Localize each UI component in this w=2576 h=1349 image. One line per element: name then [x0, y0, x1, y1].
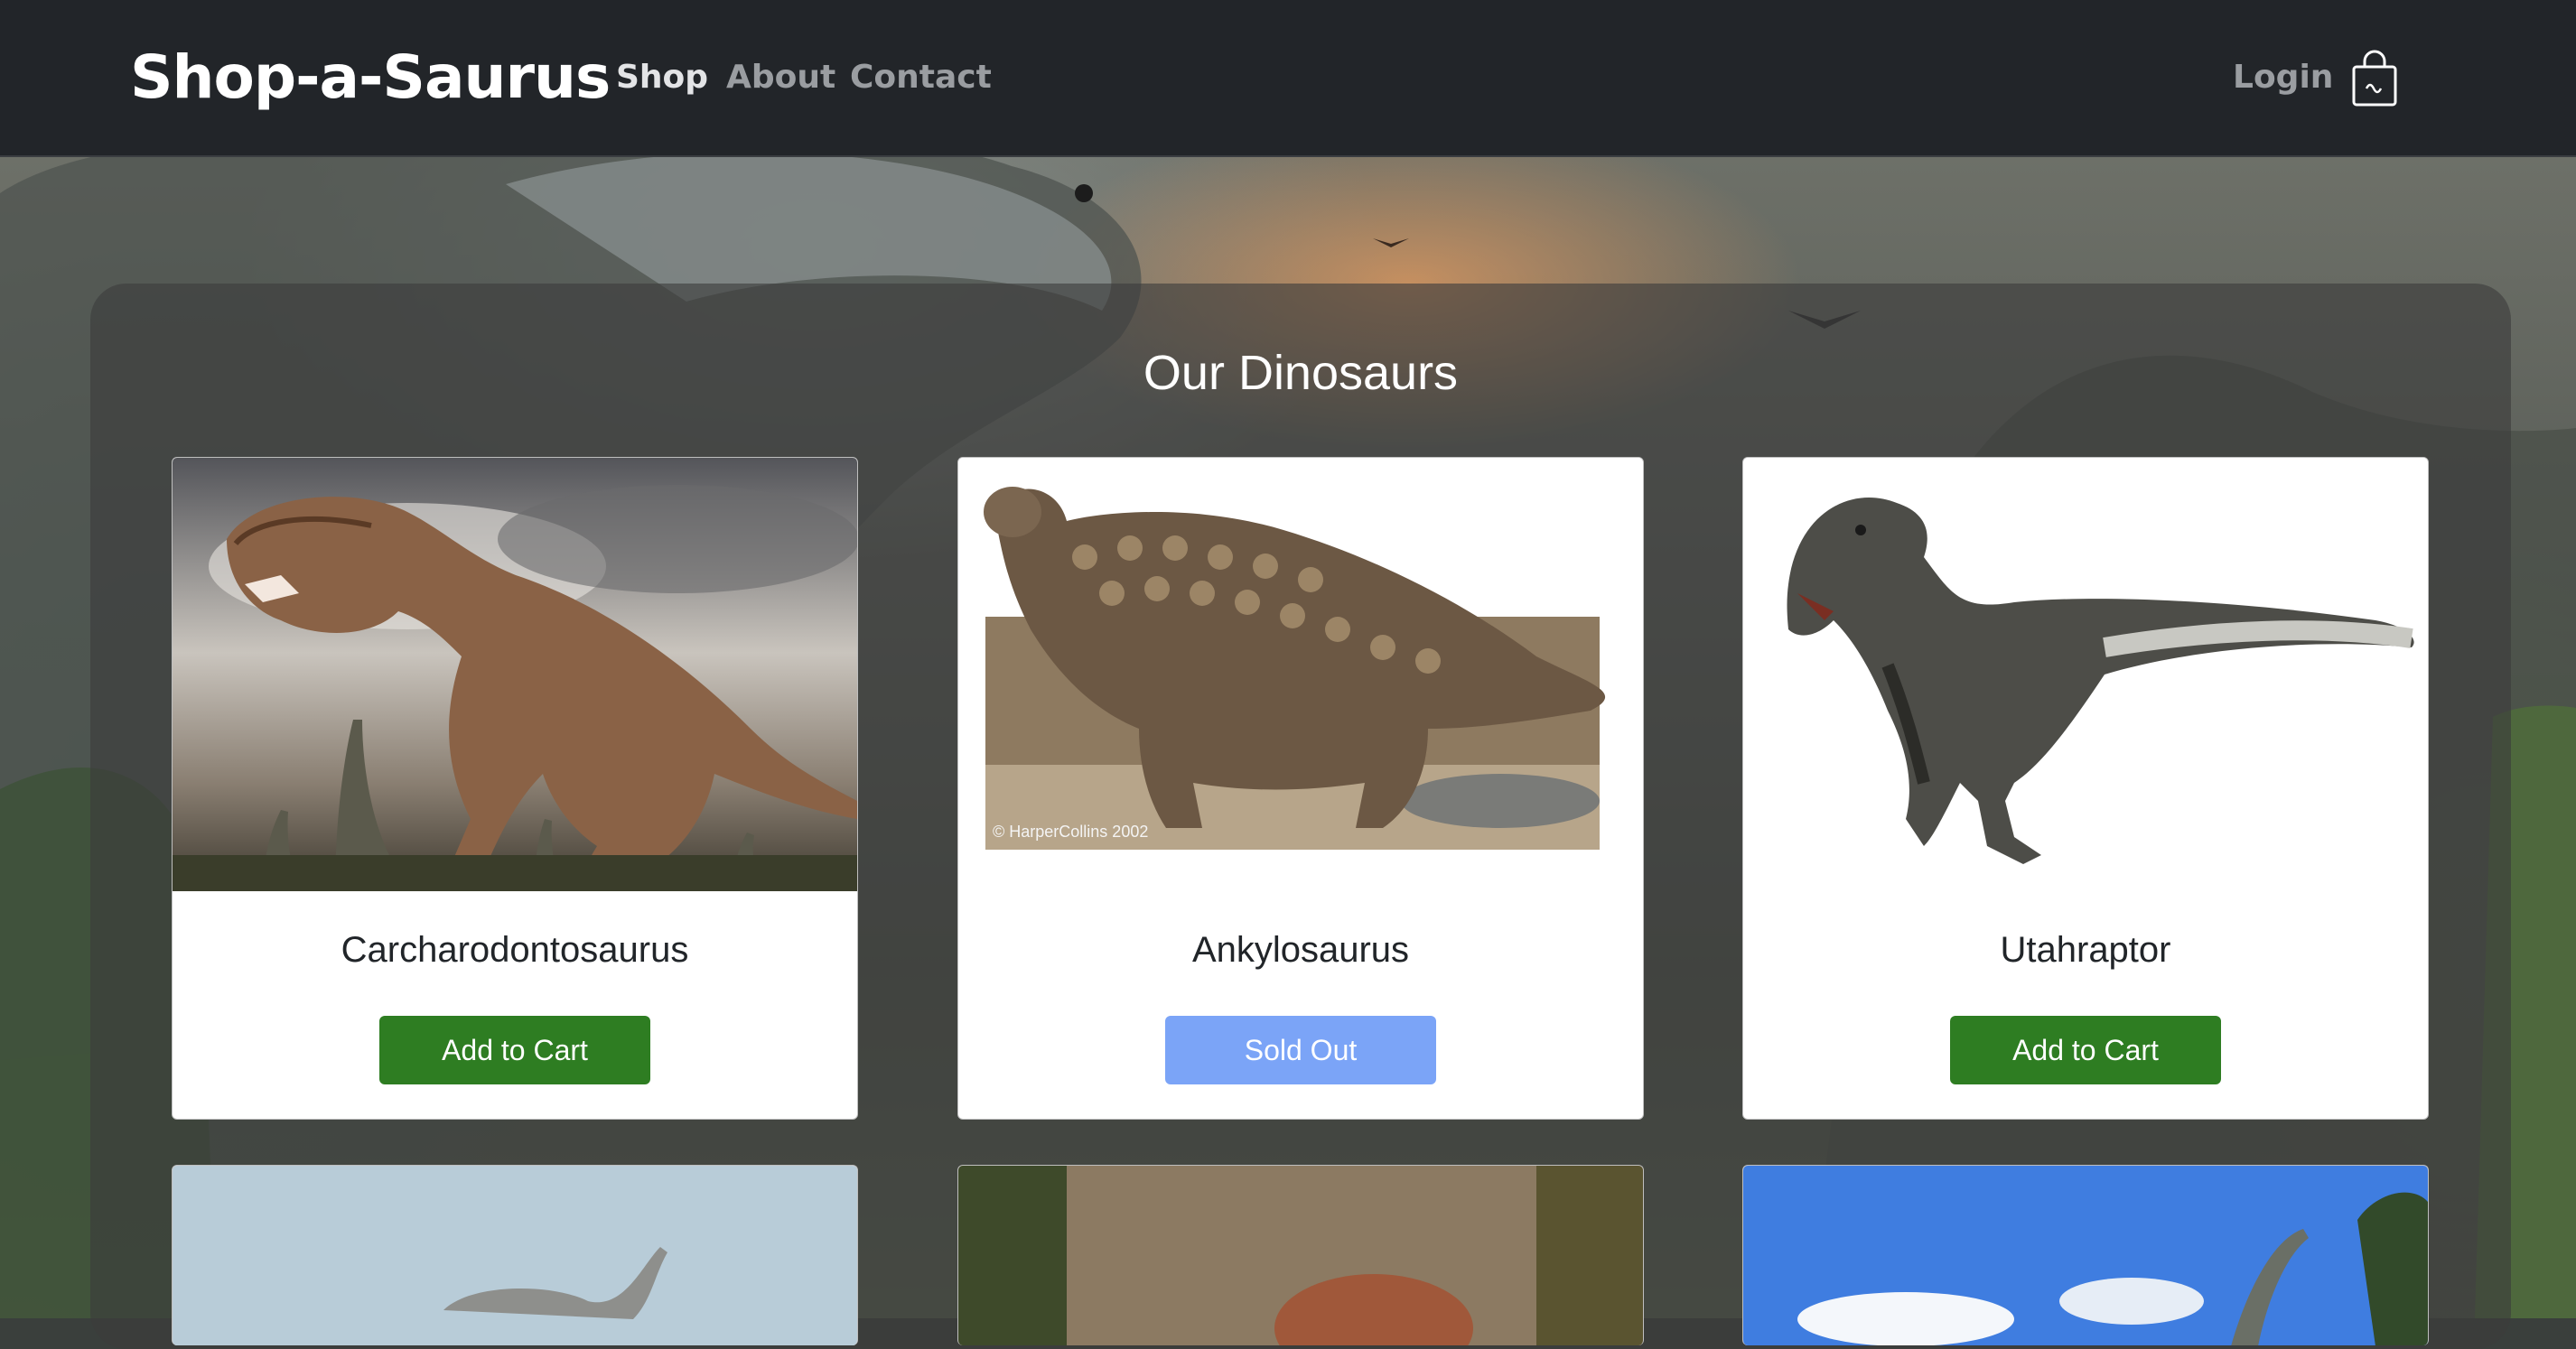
add-to-cart-button[interactable]: Add to Cart: [379, 1016, 650, 1084]
product-card-ankylosaurus: © HarperCollins 2002 Ankylosaurus Sold O…: [957, 457, 1644, 1120]
brand-logo[interactable]: Shop-a-Saurus: [130, 34, 611, 121]
top-navbar: Shop-a-Saurus Shop About Contact Login: [0, 0, 2576, 157]
image-caption: © HarperCollins 2002: [993, 823, 1148, 841]
shopping-bag-icon[interactable]: [2350, 49, 2399, 108]
sold-out-button[interactable]: Sold Out: [1165, 1016, 1436, 1084]
product-card-partial: [1742, 1165, 2429, 1345]
product-image: © HarperCollins 2002: [958, 458, 1643, 891]
add-to-cart-button[interactable]: Add to Cart: [1950, 1016, 2221, 1084]
login-link[interactable]: Login: [2233, 52, 2333, 103]
nav-link-contact[interactable]: Contact: [850, 52, 992, 103]
product-card-partial: [172, 1165, 858, 1345]
product-card-utahraptor: Utahraptor Add to Cart: [1742, 457, 2429, 1120]
product-card-carcharodontosaurus: Carcharodontosaurus Add to Cart: [172, 457, 858, 1120]
page-title: Our Dinosaurs: [1143, 346, 1459, 400]
product-image: [173, 458, 857, 891]
product-card-partial: [957, 1165, 1644, 1345]
nav-link-about[interactable]: About: [726, 52, 835, 103]
product-image: [958, 1166, 1643, 1345]
product-name: Ankylosaurus: [1191, 930, 1410, 970]
product-image: [173, 1166, 857, 1345]
nav-link-shop[interactable]: Shop: [616, 52, 708, 103]
product-image: [1743, 458, 2428, 891]
product-name: Carcharodontosaurus: [341, 930, 689, 970]
product-name: Utahraptor: [2000, 930, 2171, 970]
product-image: [1743, 1166, 2428, 1345]
